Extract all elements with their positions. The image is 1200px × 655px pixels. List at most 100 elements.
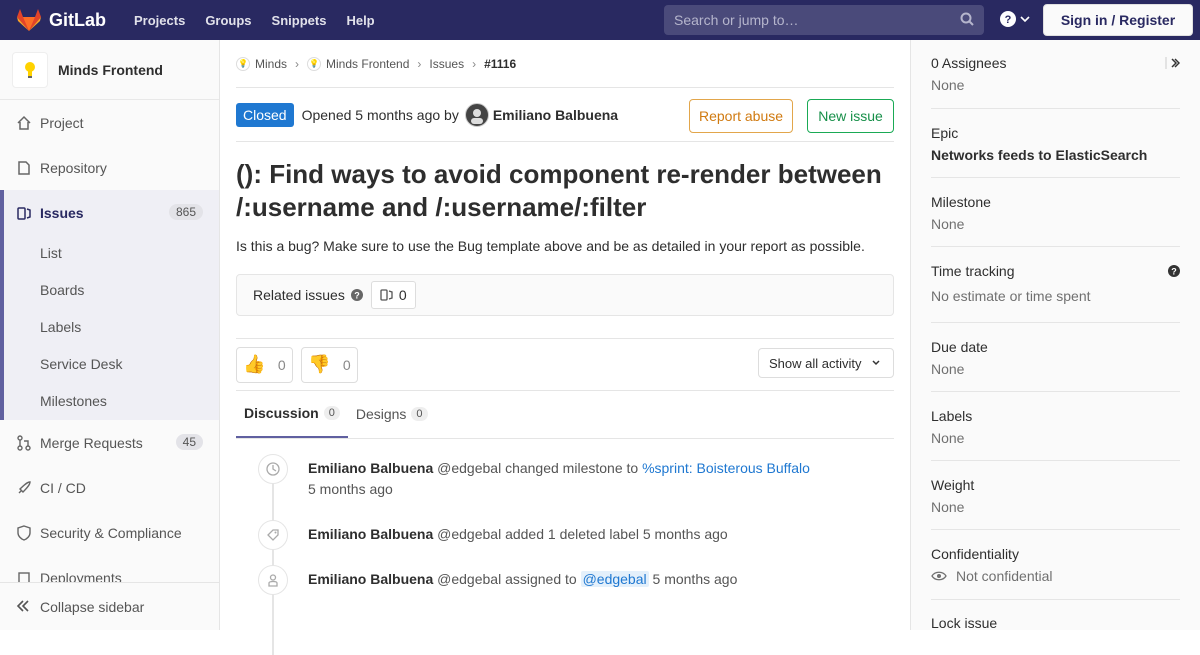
sidebar-item-label: CI / CD: [40, 479, 86, 496]
tab-discussion[interactable]: Discussion 0: [236, 390, 348, 438]
help-dropdown[interactable]: ?: [1000, 11, 1030, 27]
assignees-block: 0 Assignees None: [931, 40, 1180, 109]
entry-author[interactable]: Emiliano Balbuena: [308, 460, 433, 476]
gitlab-logo[interactable]: GitLab: [16, 8, 106, 32]
issue-description: Is this a bug? Make sure to use the Bug …: [236, 238, 865, 254]
issues-icon: [16, 205, 32, 221]
rocket-icon: [16, 480, 32, 496]
search-input[interactable]: Search or jump to…: [664, 5, 984, 35]
related-issues-label: Related issues: [253, 287, 345, 303]
question-icon[interactable]: ?: [1168, 265, 1180, 277]
sidebar-item-label: Security & Compliance: [40, 524, 182, 541]
brand-name: GitLab: [49, 9, 106, 30]
milestone-link[interactable]: %sprint: Boisterous Buffalo: [642, 460, 810, 476]
sign-in-button[interactable]: Sign in / Register: [1043, 4, 1193, 36]
tab-label: Designs: [355, 406, 407, 422]
chevron-right-icon: ›: [417, 56, 422, 71]
tab-designs[interactable]: Designs 0: [348, 390, 436, 438]
question-icon[interactable]: ?: [350, 289, 363, 301]
avatar[interactable]: [464, 102, 489, 127]
breadcrumb-issue-id[interactable]: #1116: [484, 57, 516, 71]
project-avatar: [12, 51, 48, 88]
breadcrumb-issues[interactable]: Issues: [429, 57, 464, 71]
sidebar-item-merge-requests[interactable]: Merge Requests 45: [0, 420, 219, 465]
breadcrumb-minds-frontend[interactable]: Minds Frontend: [326, 57, 409, 71]
thumbsdown-count: 0: [342, 356, 351, 373]
sidebar-item-repository[interactable]: Repository: [0, 145, 219, 190]
nav-groups[interactable]: Groups: [205, 13, 251, 28]
project-header[interactable]: Minds Frontend: [0, 40, 219, 100]
labels-label: Labels: [931, 408, 973, 424]
related-issues-count[interactable]: 0: [370, 281, 416, 309]
nav-help[interactable]: Help: [346, 13, 374, 28]
new-issue-button[interactable]: New issue: [807, 99, 894, 133]
lightbulb-icon: 💡: [307, 56, 322, 71]
merge-requests-count-badge: 45: [175, 434, 203, 450]
author-name[interactable]: Emiliano Balbuena: [493, 107, 618, 123]
activity-filter-label: Show all activity: [769, 355, 862, 371]
doc-icon: [16, 160, 32, 176]
report-abuse-button[interactable]: Report abuse: [689, 99, 793, 133]
sidebar-subitem-service-desk[interactable]: Service Desk: [4, 346, 219, 383]
lock-issue-block: Lock issue: [931, 600, 1180, 631]
due-date-value: None: [931, 361, 965, 377]
sidebar-subitem-list[interactable]: List: [4, 235, 219, 272]
entry-handle[interactable]: @edgebal: [437, 460, 501, 476]
entry-action: assigned to: [505, 571, 577, 587]
epic-value[interactable]: Networks feeds to ElasticSearch: [931, 147, 1180, 163]
search-placeholder: Search or jump to…: [674, 12, 799, 28]
user-icon: [258, 565, 288, 595]
double-chevron-left-icon: [16, 599, 30, 615]
sidebar-item-label: Merge Requests: [40, 434, 143, 451]
tab-count: 0: [323, 406, 340, 420]
time-tracking-block: Time tracking No estimate or time spent …: [931, 247, 1180, 323]
due-date-block: Due date None: [931, 323, 1180, 392]
related-count-value: 0: [398, 287, 407, 303]
issues-count-badge: 865: [168, 204, 203, 220]
sidebar-item-project[interactable]: Project: [0, 100, 219, 145]
collapse-sidebar-button[interactable]: Collapse sidebar: [0, 582, 219, 630]
status-badge: Closed: [236, 102, 294, 127]
user-mention[interactable]: @edgebal: [580, 571, 649, 587]
eye-icon: [931, 571, 947, 581]
nav-snippets[interactable]: Snippets: [272, 13, 327, 28]
confidentiality-block: Confidentiality Not confidential: [931, 530, 1180, 600]
shield-icon: [16, 524, 32, 541]
entry-author[interactable]: Emiliano Balbuena: [308, 571, 433, 587]
opened-text: Opened 5 months ago by: [301, 106, 459, 123]
tab-label: Discussion: [244, 405, 319, 421]
issue-header: Closed Opened 5 months ago by Emiliano B…: [236, 88, 894, 142]
entry-handle[interactable]: @edgebal: [437, 526, 501, 542]
thumbsdown-button[interactable]: 👎 0: [301, 346, 358, 383]
sidebar-subitem-milestones[interactable]: Milestones: [4, 383, 219, 420]
sidebar-subitem-boards[interactable]: Boards: [4, 272, 219, 309]
entry-author[interactable]: Emiliano Balbuena: [308, 526, 433, 542]
entry-time: 5 months ago: [308, 481, 393, 497]
nav-projects[interactable]: Projects: [134, 13, 185, 28]
chevron-down-icon: [1020, 16, 1030, 23]
epic-label: Epic: [931, 125, 959, 141]
confidentiality-label: Confidentiality: [931, 546, 1019, 562]
sidebar-item-ci-cd[interactable]: CI / CD: [0, 465, 219, 510]
svg-text:?: ?: [1005, 14, 1012, 26]
sidebar-subitem-labels[interactable]: Labels: [4, 309, 219, 346]
top-navbar: GitLab Projects Groups Snippets Help Sea…: [0, 0, 1200, 40]
thumbsup-button[interactable]: 👍 0: [236, 346, 293, 383]
entry-time: 5 months ago: [652, 571, 738, 587]
sidebar-item-issues[interactable]: Issues 865: [0, 190, 219, 235]
issues-submenu: List Boards Labels Service Desk Mileston…: [0, 235, 219, 420]
svg-text:?: ?: [354, 291, 360, 301]
lightbulb-icon: [25, 61, 35, 78]
milestone-block: Milestone None: [931, 178, 1180, 247]
breadcrumb-minds[interactable]: Minds: [255, 57, 287, 71]
thumbsup-icon: 👍: [243, 354, 266, 374]
assignees-value: None: [931, 77, 965, 93]
labels-block: Labels None: [931, 392, 1180, 461]
clock-icon: [258, 454, 288, 484]
question-icon: ?: [1000, 11, 1016, 27]
entry-handle[interactable]: @edgebal: [437, 571, 501, 587]
expand-sidebar-icon[interactable]: [1164, 56, 1180, 70]
due-date-label: Due date: [931, 339, 988, 355]
activity-filter-dropdown[interactable]: Show all activity: [758, 348, 894, 378]
sidebar-item-security[interactable]: Security & Compliance: [0, 510, 219, 555]
